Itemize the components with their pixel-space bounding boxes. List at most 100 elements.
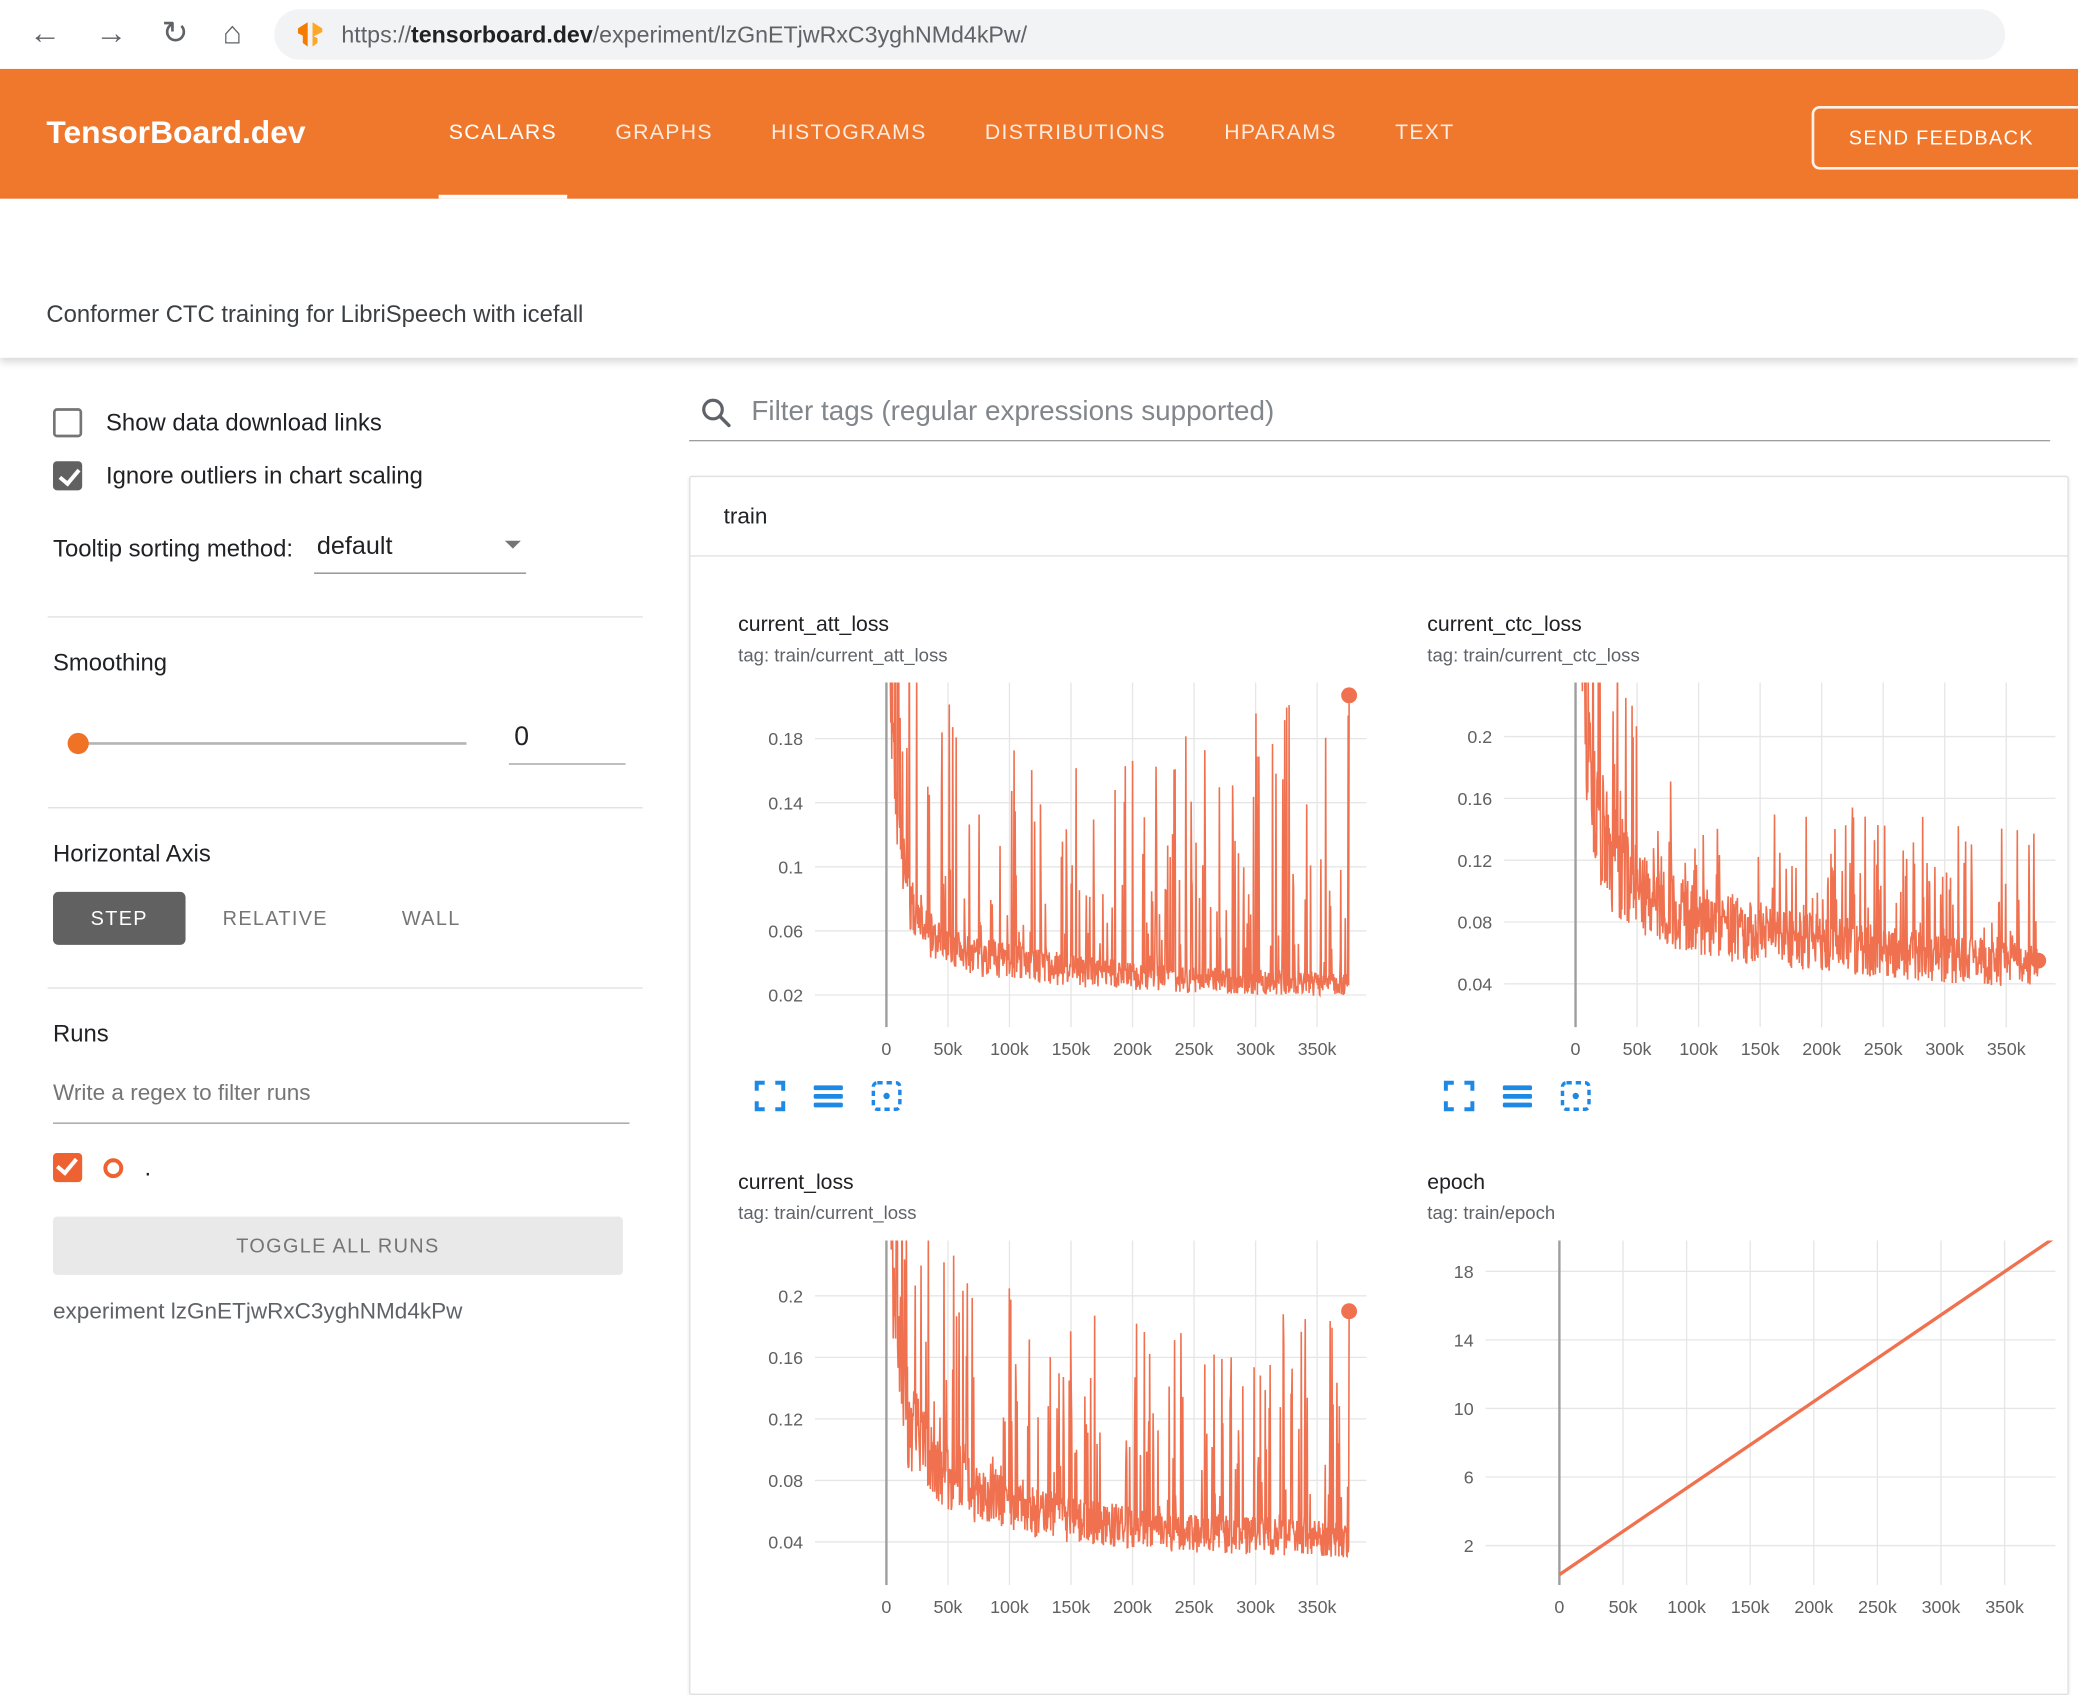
svg-text:300k: 300k [1236,1597,1275,1617]
svg-text:0.04: 0.04 [1457,974,1492,994]
smoothing-slider-thumb[interactable] [67,732,89,755]
ignore-outliers-checkbox[interactable] [53,461,83,491]
svg-text:350k: 350k [1298,1039,1337,1059]
svg-text:200k: 200k [1802,1039,1841,1059]
svg-text:250k: 250k [1175,1597,1214,1617]
toggle-all-runs-button[interactable]: TOGGLE ALL RUNS [53,1216,623,1275]
chart-canvas-epoch[interactable]: 2 6 10 14 18 0 50k 100k 150k 200k 250k 300k 350k [1427,1235,2063,1622]
svg-text:0.16: 0.16 [768,1348,803,1368]
svg-text:14: 14 [1454,1330,1474,1350]
runs-label: Runs [53,1020,109,1047]
chart-tag: tag: train/current_ctc_loss [1427,644,1640,666]
tensorboard-favicon [297,22,322,47]
svg-text:350k: 350k [1985,1597,2024,1617]
chart-toolbar [751,1077,1379,1114]
chart-card-current-ctc-loss: current_ctc_loss tag: train/current_ctc_… [1380,557,2068,1115]
svg-text:50k: 50k [934,1597,963,1617]
settings-sidebar: Show data download links Ignore outliers… [0,357,663,1666]
refresh-icon[interactable]: ↻ [162,18,189,51]
train-group-header[interactable]: train [690,477,2068,557]
fullscreen-icon[interactable] [751,1077,788,1114]
svg-text:0: 0 [881,1597,891,1617]
chart-plot: 0.04 0.08 0.12 0.16 0.2 0 50k 100k 150k 200k 250k 3… [768,1240,1367,1617]
sidebar-divider [47,616,643,618]
send-feedback-button[interactable]: SEND FEEDBACK [1811,106,2078,170]
run-row: . [53,1152,629,1183]
runs-filter-input[interactable] [53,1074,630,1124]
tab-histograms[interactable]: HISTOGRAMS [742,69,956,199]
chart-plot: 2 6 10 14 18 0 50k 100k 150k 200k 250k 300k 350k [1454,1240,2056,1617]
tooltip-sorting-select[interactable]: default [314,530,527,574]
url-text: https://tensorboard.dev/experiment/lzGnE… [341,21,1027,49]
svg-text:0.2: 0.2 [778,1286,803,1306]
forward-icon[interactable]: → [95,18,127,51]
svg-text:0: 0 [1554,1597,1564,1617]
experiment-title-band: Conformer CTC training for LibriSpeech w… [0,198,2078,358]
axis-relative-button[interactable]: RELATIVE [201,892,349,945]
main-content: train current_att_loss tag: train/curren… [689,357,2078,1695]
ignore-outliers-label: Ignore outliers in chart scaling [106,461,423,489]
tab-distributions[interactable]: DISTRIBUTIONS [956,69,1195,199]
svg-text:18: 18 [1454,1262,1474,1282]
tag-filter-row [689,395,2051,442]
svg-text:0.08: 0.08 [1457,913,1492,933]
svg-text:100k: 100k [1667,1597,1706,1617]
chart-canvas-current-ctc-loss[interactable]: 0.04 0.08 0.12 0.16 0.2 0 50k 100k 150k 200k 250k 3… [1427,677,2063,1064]
svg-text:150k: 150k [1731,1597,1770,1617]
search-icon [702,398,731,428]
axis-step-button[interactable]: STEP [53,891,186,945]
tag-filter-input[interactable] [751,396,2051,429]
chart-title: current_ctc_loss [1427,613,1582,637]
svg-text:50k: 50k [934,1039,963,1059]
svg-text:0.16: 0.16 [1457,789,1492,809]
url-host: tensorboard.dev [411,20,593,48]
svg-text:0: 0 [1571,1039,1581,1059]
tooltip-sorting-row: Tooltip sorting method: default [53,530,629,574]
chart-canvas-current-loss[interactable]: 0.04 0.08 0.12 0.16 0.2 0 50k 100k 150k 200k 250k 3… [738,1235,1374,1622]
tab-text[interactable]: TEXT [1366,69,1484,199]
tab-graphs[interactable]: GRAPHS [586,69,742,199]
svg-text:350k: 350k [1298,1597,1337,1617]
svg-text:0.06: 0.06 [768,922,803,942]
fit-domain-icon[interactable] [1557,1077,1594,1114]
chart-canvas-current-att-loss[interactable]: 0.02 0.06 0.1 0.14 0.18 0 50k 100k 150k 200k 250k 3… [738,677,1374,1064]
show-download-checkbox[interactable] [53,408,83,438]
ignore-outliers-row: Ignore outliers in chart scaling [53,461,629,491]
chart-tag: tag: train/epoch [1427,1202,1556,1224]
tooltip-sorting-label: Tooltip sorting method: [53,535,294,562]
browser-nav-icons: ← → ↻ ⌂ [29,18,242,51]
svg-text:0.12: 0.12 [768,1410,803,1430]
fullscreen-icon[interactable] [1441,1077,1478,1114]
back-icon[interactable]: ← [29,18,61,51]
lines-icon[interactable] [810,1077,847,1114]
svg-text:150k: 150k [1052,1039,1091,1059]
home-icon[interactable]: ⌂ [223,18,242,51]
url-scheme: https:// [341,20,412,48]
smoothing-value-input[interactable] [508,722,626,765]
svg-text:200k: 200k [1113,1597,1152,1617]
run-checkbox[interactable] [53,1152,83,1183]
fit-domain-icon[interactable] [868,1077,905,1114]
svg-text:200k: 200k [1113,1039,1152,1059]
svg-text:150k: 150k [1052,1597,1091,1617]
tooltip-sorting-value: default [316,532,393,561]
horizontal-axis-buttons: STEP RELATIVE WALL [53,891,629,945]
url-bar[interactable]: https://tensorboard.dev/experiment/lzGnE… [273,9,2005,60]
smoothing-label: Smoothing [53,649,168,676]
lines-icon[interactable] [1499,1077,1536,1114]
svg-text:300k: 300k [1925,1039,1964,1059]
chart-toolbar [1441,1077,2068,1114]
svg-text:250k: 250k [1175,1039,1214,1059]
svg-text:50k: 50k [1609,1597,1638,1617]
chart-plot: 0.02 0.06 0.1 0.14 0.18 0 50k 100k 150k 200k 250k 3… [768,682,1367,1059]
tab-hparams[interactable]: HPARAMS [1195,69,1366,199]
axis-wall-button[interactable]: WALL [365,892,498,945]
svg-text:0.12: 0.12 [1457,851,1492,871]
tab-scalars[interactable]: SCALARS [420,69,587,199]
experiment-id-label: experiment lzGnETjwRxC3yghNMd4kPw [53,1298,463,1324]
smoothing-slider[interactable] [67,732,467,755]
svg-text:2: 2 [1464,1536,1474,1556]
svg-text:0.2: 0.2 [1467,727,1492,747]
chart-title: epoch [1427,1171,1486,1195]
svg-text:100k: 100k [1679,1039,1718,1059]
